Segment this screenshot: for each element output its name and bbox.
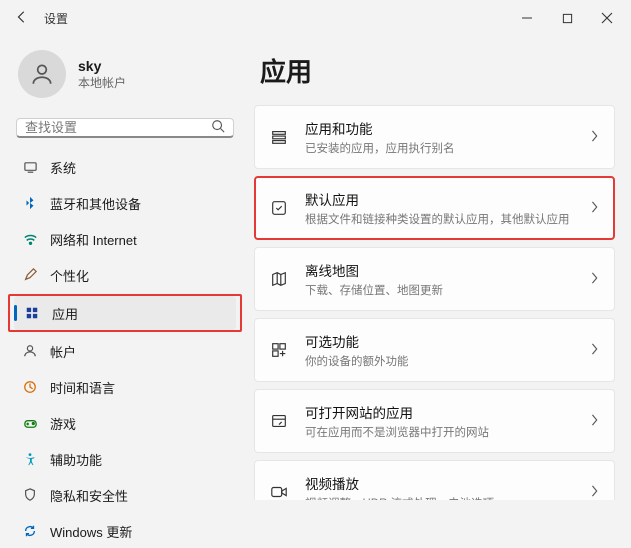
sidebar-item-label: 个性化 [50,266,89,285]
card-title: 视频播放 [305,473,590,493]
sidebar: sky 本地帐户 系统 蓝牙和其他设备 网络和 Internet [0,36,244,500]
search-icon [211,119,225,136]
sidebar-item-privacy[interactable]: 隐私和安全性 [12,478,238,512]
user-name: sky [78,58,126,74]
avatar [18,50,66,98]
card-sub: 已安装的应用，应用执行别名 [305,140,590,156]
apps-features-icon [269,128,289,146]
user-sub: 本地帐户 [78,74,126,91]
bluetooth-icon [22,195,38,211]
wifi-icon [22,231,38,247]
maps-icon [269,270,289,288]
sidebar-item-accessibility[interactable]: 辅助功能 [12,442,238,476]
brush-icon [22,267,38,283]
card-title: 离线地图 [305,260,590,280]
default-apps-icon [269,199,289,217]
shield-icon [22,487,38,503]
chevron-right-icon [590,414,600,429]
settings-cards: 应用和功能 已安装的应用，应用执行别名 默认应用 根据文件和链接种类设置的默认应… [254,105,615,500]
card-apps-features[interactable]: 应用和功能 已安装的应用，应用执行别名 [254,105,615,169]
card-title: 可选功能 [305,331,590,351]
card-title: 可打开网站的应用 [305,402,590,422]
sidebar-item-label: 游戏 [50,414,76,433]
card-sub: 你的设备的额外功能 [305,353,590,369]
sidebar-apps-highlight: 应用 [8,294,242,332]
minimize-button[interactable] [507,2,547,34]
video-icon [269,483,289,500]
sidebar-item-label: 帐户 [50,342,76,361]
close-button[interactable] [587,2,627,34]
sidebar-item-time-language[interactable]: 时间和语言 [12,370,238,404]
card-sub: 根据文件和链接种类设置的默认应用，其他默认应用 [305,211,590,227]
search-input[interactable] [25,120,211,135]
sidebar-item-label: 时间和语言 [50,378,115,397]
sidebar-item-label: 应用 [52,304,78,323]
maximize-button[interactable] [547,2,587,34]
accessibility-icon [22,451,38,467]
sidebar-item-label: 系统 [50,158,76,177]
back-button[interactable] [12,10,32,27]
websites-icon [269,412,289,430]
sidebar-item-system[interactable]: 系统 [12,150,238,184]
chevron-right-icon [590,130,600,145]
chevron-right-icon [590,343,600,358]
chevron-right-icon [590,201,600,216]
system-icon [22,159,38,175]
card-offline-maps[interactable]: 离线地图 下载、存储位置、地图更新 [254,247,615,311]
chevron-right-icon [590,485,600,500]
optional-features-icon [269,341,289,359]
sidebar-item-label: 蓝牙和其他设备 [50,194,141,213]
main-content: 应用 应用和功能 已安装的应用，应用执行别名 默认应用 根据文件和链接种类设置的… [244,36,631,500]
update-icon [22,523,38,539]
sidebar-item-accounts[interactable]: 帐户 [12,334,238,368]
card-sub: 下载、存储位置、地图更新 [305,282,590,298]
account-icon [22,343,38,359]
card-default-apps[interactable]: 默认应用 根据文件和链接种类设置的默认应用，其他默认应用 [254,176,615,240]
card-sub: 可在应用而不是浏览器中打开的网站 [305,424,590,440]
card-video-playback[interactable]: 视频播放 视频调整、HDR 流式处理、电池选项 [254,460,615,500]
chevron-right-icon [590,272,600,287]
sidebar-item-label: 隐私和安全性 [50,486,128,505]
card-optional-features[interactable]: 可选功能 你的设备的额外功能 [254,318,615,382]
sidebar-item-label: Windows 更新 [50,522,132,541]
card-title: 默认应用 [305,189,590,209]
sidebar-item-gaming[interactable]: 游戏 [12,406,238,440]
card-title: 应用和功能 [305,118,590,138]
gaming-icon [22,415,38,431]
titlebar: 设置 [0,0,631,36]
nav-list: 系统 蓝牙和其他设备 网络和 Internet 个性化 应用 [12,150,238,548]
clock-icon [22,379,38,395]
page-title: 应用 [260,52,615,89]
sidebar-item-update[interactable]: Windows 更新 [12,514,238,548]
sidebar-item-personalization[interactable]: 个性化 [12,258,238,292]
card-sub: 视频调整、HDR 流式处理、电池选项 [305,495,590,500]
apps-icon [24,305,40,321]
user-block[interactable]: sky 本地帐户 [12,44,238,114]
sidebar-item-bluetooth[interactable]: 蓝牙和其他设备 [12,186,238,220]
window-title: 设置 [44,10,68,27]
sidebar-item-network[interactable]: 网络和 Internet [12,222,238,256]
sidebar-item-label: 网络和 Internet [50,230,137,249]
card-apps-for-websites[interactable]: 可打开网站的应用 可在应用而不是浏览器中打开的网站 [254,389,615,453]
search-box[interactable] [16,118,234,138]
sidebar-item-apps[interactable]: 应用 [14,296,236,330]
sidebar-item-label: 辅助功能 [50,450,102,469]
